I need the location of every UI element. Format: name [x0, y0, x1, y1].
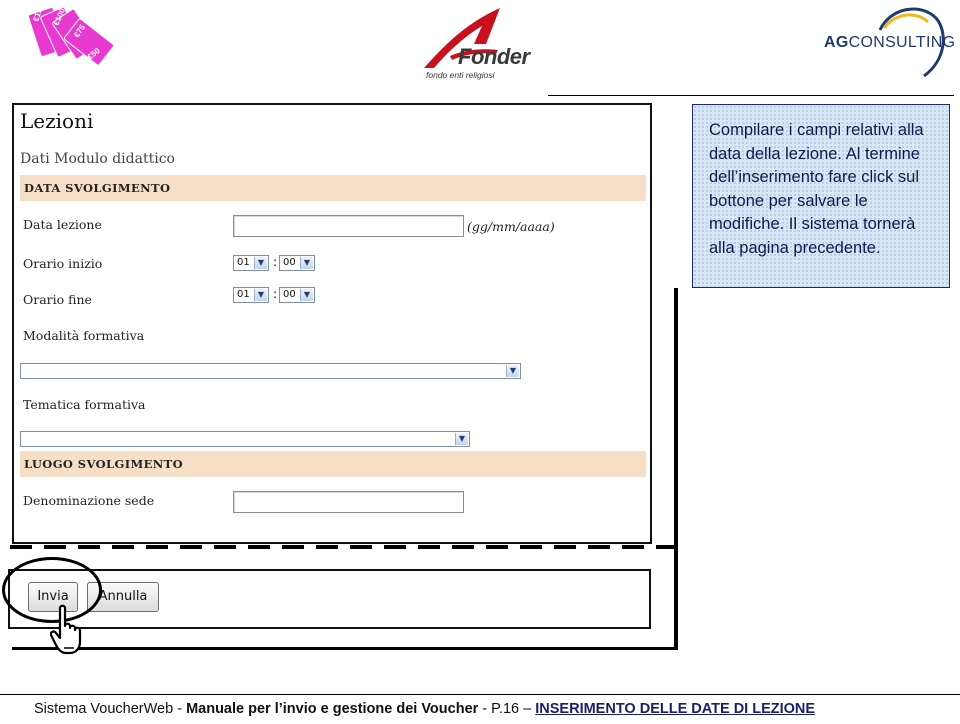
orario-inizio-hour-value: 01: [237, 257, 250, 268]
agconsulting-wordmark-ag: AG: [824, 34, 849, 51]
orario-fine-minute-value: 00: [283, 289, 296, 300]
data-lezione-input[interactable]: [233, 215, 464, 237]
modalita-formativa-select[interactable]: ▼: [20, 363, 521, 379]
orario-inizio-minute-select[interactable]: 00 ▼: [279, 255, 315, 271]
header-rule: [548, 95, 954, 96]
time-separator: :: [273, 255, 278, 269]
hand-pointer-icon: [49, 604, 96, 656]
chevron-down-icon: ▼: [254, 257, 267, 269]
agconsulting-wordmark: AGCONSULTING: [824, 34, 955, 52]
footer: Sistema VoucherWeb - Manuale per l’invio…: [0, 694, 960, 724]
orario-inizio-hour-select[interactable]: 01 ▼: [233, 255, 269, 271]
data-lezione-label: Data lezione: [23, 217, 102, 232]
fonder-tagline: fondo enti religiosi: [426, 70, 495, 80]
orario-fine-hour-select[interactable]: 01 ▼: [233, 287, 269, 303]
dashed-separator: [10, 545, 674, 549]
orario-fine-label: Orario fine: [23, 292, 92, 307]
tematica-formativa-label: Tematica formativa: [23, 397, 146, 412]
footer-page: - P.16 –: [478, 701, 536, 717]
chevron-down-icon: ▼: [300, 289, 313, 301]
orario-inizio-label: Orario inizio: [23, 256, 103, 271]
chevron-down-icon: ▼: [254, 289, 267, 301]
chevron-down-icon: ▼: [455, 433, 468, 445]
denominazione-sede-label: Denominazione sede: [23, 493, 155, 508]
denominazione-sede-input[interactable]: [233, 491, 464, 513]
instruction-callout: Compilare i campi relativi alla data del…: [692, 104, 950, 288]
section-luogo-svolgimento: LUOGO SVOLGIMENTO: [20, 451, 646, 477]
bottom-connector-line: [12, 647, 676, 650]
agconsulting-wordmark-consulting: CONSULTING: [848, 34, 956, 51]
page-title: Lezioni: [20, 109, 94, 133]
footer-text: Sistema VoucherWeb - Manuale per l’invio…: [34, 701, 815, 717]
footer-manual-title: Manuale per l’invio e gestione dei Vouch…: [186, 701, 479, 717]
footer-section-title: INSERIMENTO DELLE DATE DI LEZIONE: [535, 701, 816, 717]
agconsulting-logo: AGCONSULTING: [820, 4, 955, 84]
fonder-wordmark: Fonder: [458, 44, 530, 69]
lezioni-form-panel: Lezioni Dati Modulo didattico DATA SVOLG…: [12, 103, 652, 544]
voucher-cards-logo: €150 €100 €75 €50: [27, 2, 118, 76]
modalita-formativa-label: Modalità formativa: [23, 328, 145, 343]
date-format-hint: (gg/mm/aaaa): [467, 219, 555, 234]
fonder-logo: Fonder fondo enti religiosi: [416, 4, 536, 82]
form-subtitle: Dati Modulo didattico: [20, 151, 175, 167]
chevron-down-icon: ▼: [300, 257, 313, 269]
tematica-formativa-select[interactable]: ▼: [20, 431, 470, 447]
time-separator: :: [273, 287, 278, 301]
callout-connector-line: [674, 288, 678, 650]
form-buttons-panel: Invia Annulla: [8, 569, 651, 629]
orario-fine-hour-value: 01: [237, 289, 250, 300]
voucher-cards-icon: €150 €100 €75 €50: [27, 2, 115, 66]
section-data-svolgimento: DATA SVOLGIMENTO: [20, 175, 646, 201]
orario-fine-minute-select[interactable]: 00 ▼: [279, 287, 315, 303]
orario-inizio-minute-value: 00: [283, 257, 296, 268]
footer-prefix: Sistema VoucherWeb -: [34, 701, 187, 717]
chevron-down-icon: ▼: [506, 365, 519, 377]
